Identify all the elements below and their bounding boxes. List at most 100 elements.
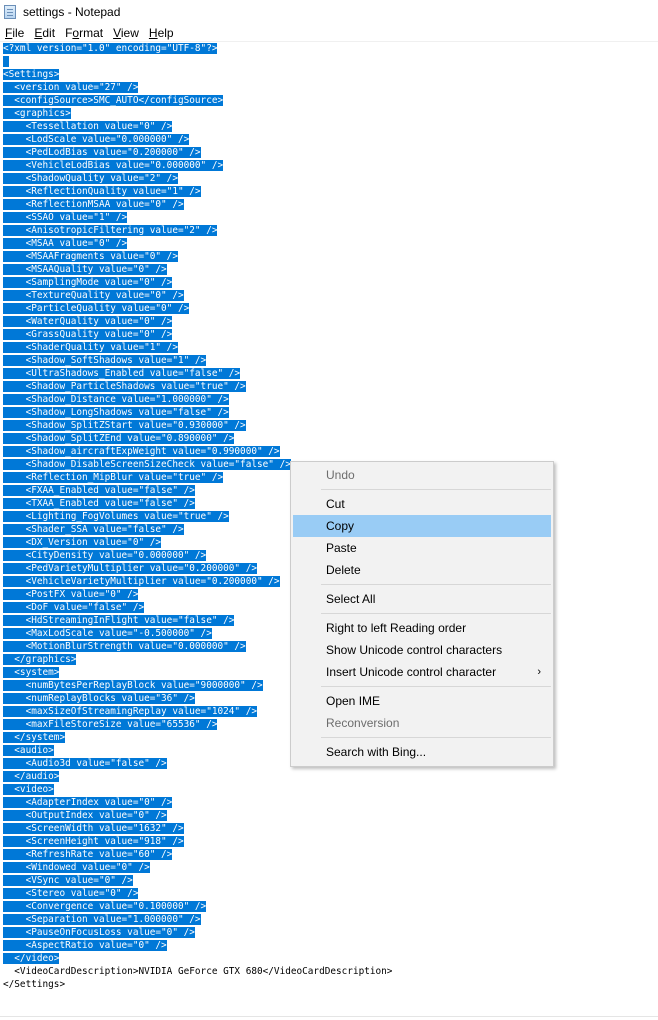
context-menu-copy[interactable]: Copy — [293, 515, 551, 537]
text-line: <Convergence value="0.100000" /> — [3, 900, 207, 913]
context-menu-show-unicode-control-characters[interactable]: Show Unicode control characters — [293, 639, 551, 661]
selected-text: <VSync value="0" /> — [3, 875, 133, 886]
context-menu-open-ime[interactable]: Open IME — [293, 690, 551, 712]
selected-text: <AspectRatio value="0" /> — [3, 940, 167, 951]
selected-text: <numBytesPerReplayBlock value="9000000" … — [3, 680, 263, 691]
text-line: <Shadow_SoftShadows value="1" /> — [3, 354, 207, 367]
selected-text: <Audio3d value="false" /> — [3, 758, 167, 769]
text-line: <version value="27" /> — [3, 81, 139, 94]
text-line: <Separation value="1.000000" /> — [3, 913, 201, 926]
text-line: <Windowed value="0" /> — [3, 861, 150, 874]
text-line: <TextureQuality value="0" /> — [3, 289, 184, 302]
text-line: <Shadow_aircraftExpWeight value="0.99000… — [3, 445, 280, 458]
menu-help[interactable]: Help — [144, 26, 178, 40]
selected-text: <ShadowQuality value="2" /> — [3, 173, 178, 184]
selected-text: <GrassQuality value="0" /> — [3, 329, 173, 340]
text-line: <VideoCardDescription>NVIDIA GeForce GTX… — [3, 965, 392, 978]
context-menu-paste[interactable]: Paste — [293, 537, 551, 559]
menu-view[interactable]: View — [108, 26, 143, 40]
selected-text: <?xml version="1.0" encoding="UTF-8"?> — [3, 43, 218, 54]
menu-edit[interactable]: Edit — [29, 26, 59, 40]
window-bottom-border — [0, 1016, 658, 1017]
selected-text: <Stereo value="0" /> — [3, 888, 139, 899]
text-line: </graphics> — [3, 653, 77, 666]
selected-text: <PostFX value="0" /> — [3, 589, 139, 600]
text-line: <Settings> — [3, 68, 60, 81]
text-line: <ShadowQuality value="2" /> — [3, 172, 178, 185]
selected-text: <Windowed value="0" /> — [3, 862, 150, 873]
selected-text: <configSource>SMC_AUTO</configSource> — [3, 95, 224, 106]
selected-text: <ScreenWidth value="1632" /> — [3, 823, 184, 834]
context-menu-label: Search with Bing... — [326, 745, 427, 759]
selected-text: <SamplingMode value="0" /> — [3, 277, 173, 288]
text-line: </system> — [3, 731, 66, 744]
selected-text: <CityDensity value="0.000000" /> — [3, 550, 207, 561]
context-menu-label: Select All — [326, 592, 376, 606]
selected-text: <LodScale value="0.000000" /> — [3, 134, 190, 145]
selected-text: <Shadow_DisableScreenSizeCheck value="fa… — [3, 459, 291, 470]
selected-text: <ShaderQuality value="1" /> — [3, 342, 178, 353]
text-line: <maxSizeOfStreamingReplay value="1024" /… — [3, 705, 257, 718]
selected-text: <ParticleQuality value="0" /> — [3, 303, 190, 314]
text-line: <PauseOnFocusLoss value="0" /> — [3, 926, 195, 939]
text-line: <audio> — [3, 744, 54, 757]
text-line: <Shadow_LongShadows value="false" /> — [3, 406, 229, 419]
menu-format[interactable]: Format — [60, 26, 107, 40]
text-line: <PedVarietyMultiplier value="0.200000" /… — [3, 562, 257, 575]
context-menu-search-with-bing[interactable]: Search with Bing... — [293, 741, 551, 763]
context-menu-label: Open IME — [326, 694, 381, 708]
text-line: <PostFX value="0" /> — [3, 588, 139, 601]
text-line: <Shadow_SplitZStart value="0.930000" /> — [3, 419, 246, 432]
selected-text: <Shadow_SoftShadows value="1" /> — [3, 355, 207, 366]
selected-text: <VehicleLodBias value="0.000000" /> — [3, 160, 224, 171]
selected-text: <OutputIndex value="0" /> — [3, 810, 167, 821]
chevron-right-icon: › — [537, 666, 541, 678]
context-menu-label: Paste — [326, 541, 357, 555]
context-menu-cut[interactable]: Cut — [293, 493, 551, 515]
context-menu-right-to-left-reading-order[interactable]: Right to left Reading order — [293, 617, 551, 639]
text-line: <SamplingMode value="0" /> — [3, 276, 173, 289]
menu-separator — [321, 613, 551, 614]
context-menu-label: Undo — [326, 468, 355, 482]
selected-text: <Shadow_LongShadows value="false" /> — [3, 407, 229, 418]
context-menu-delete[interactable]: Delete — [293, 559, 551, 581]
context-menu-label: Show Unicode control characters — [326, 643, 503, 657]
context-menu-insert-unicode-control-character[interactable]: Insert Unicode control character › — [293, 661, 551, 683]
selected-text: <MSAAQuality value="0" /> — [3, 264, 167, 275]
selected-text: <Settings> — [3, 69, 60, 80]
selected-text: </audio> — [3, 771, 60, 782]
menu-file[interactable]: File — [0, 26, 28, 40]
selected-text: </system> — [3, 732, 66, 743]
selected-text: <MSAAFragments value="0" /> — [3, 251, 178, 262]
text-line: <ReflectionMSAA value="0" /> — [3, 198, 184, 211]
selected-text: </graphics> — [3, 654, 77, 665]
text-line: <VSync value="0" /> — [3, 874, 133, 887]
text-line: <CityDensity value="0.000000" /> — [3, 549, 207, 562]
text-line: <VehicleVarietyMultiplier value="0.20000… — [3, 575, 280, 588]
text-line: <Shadow_ParticleShadows value="true" /> — [3, 380, 246, 393]
selected-text: <SSAO value="1" /> — [3, 212, 128, 223]
text-line: <maxFileStoreSize value="65536" /> — [3, 718, 218, 731]
text-line: <ReflectionQuality value="1" /> — [3, 185, 201, 198]
selected-text: <AdapterIndex value="0" /> — [3, 797, 173, 808]
text-line: <PedLodBias value="0.200000" /> — [3, 146, 201, 159]
text-line: <ParticleQuality value="0" /> — [3, 302, 190, 315]
selected-text: <Convergence value="0.100000" /> — [3, 901, 207, 912]
selected-text: <video> — [3, 784, 54, 795]
menu-separator — [321, 489, 551, 490]
text-line: <Shadow_DisableScreenSizeCheck value="fa… — [3, 458, 291, 471]
text-line: <?xml version="1.0" encoding="UTF-8"?> — [3, 42, 218, 55]
context-menu-label: Delete — [326, 563, 361, 577]
context-menu-undo: Undo — [293, 464, 551, 486]
selected-text: <RefreshRate value="60" /> — [3, 849, 173, 860]
context-menu-select-all[interactable]: Select All — [293, 588, 551, 610]
text-line: <LodScale value="0.000000" /> — [3, 133, 190, 146]
text-line: <AspectRatio value="0" /> — [3, 939, 167, 952]
selected-text: </video> — [3, 953, 60, 964]
selected-text: <Shadow_aircraftExpWeight value="0.99000… — [3, 446, 280, 457]
text-line: <WaterQuality value="0" /> — [3, 315, 173, 328]
selected-text: <ScreenHeight value="918" /> — [3, 836, 184, 847]
selected-text: <VehicleVarietyMultiplier value="0.20000… — [3, 576, 280, 587]
selected-text: <MSAA value="0" /> — [3, 238, 128, 249]
text-line: <AdapterIndex value="0" /> — [3, 796, 173, 809]
